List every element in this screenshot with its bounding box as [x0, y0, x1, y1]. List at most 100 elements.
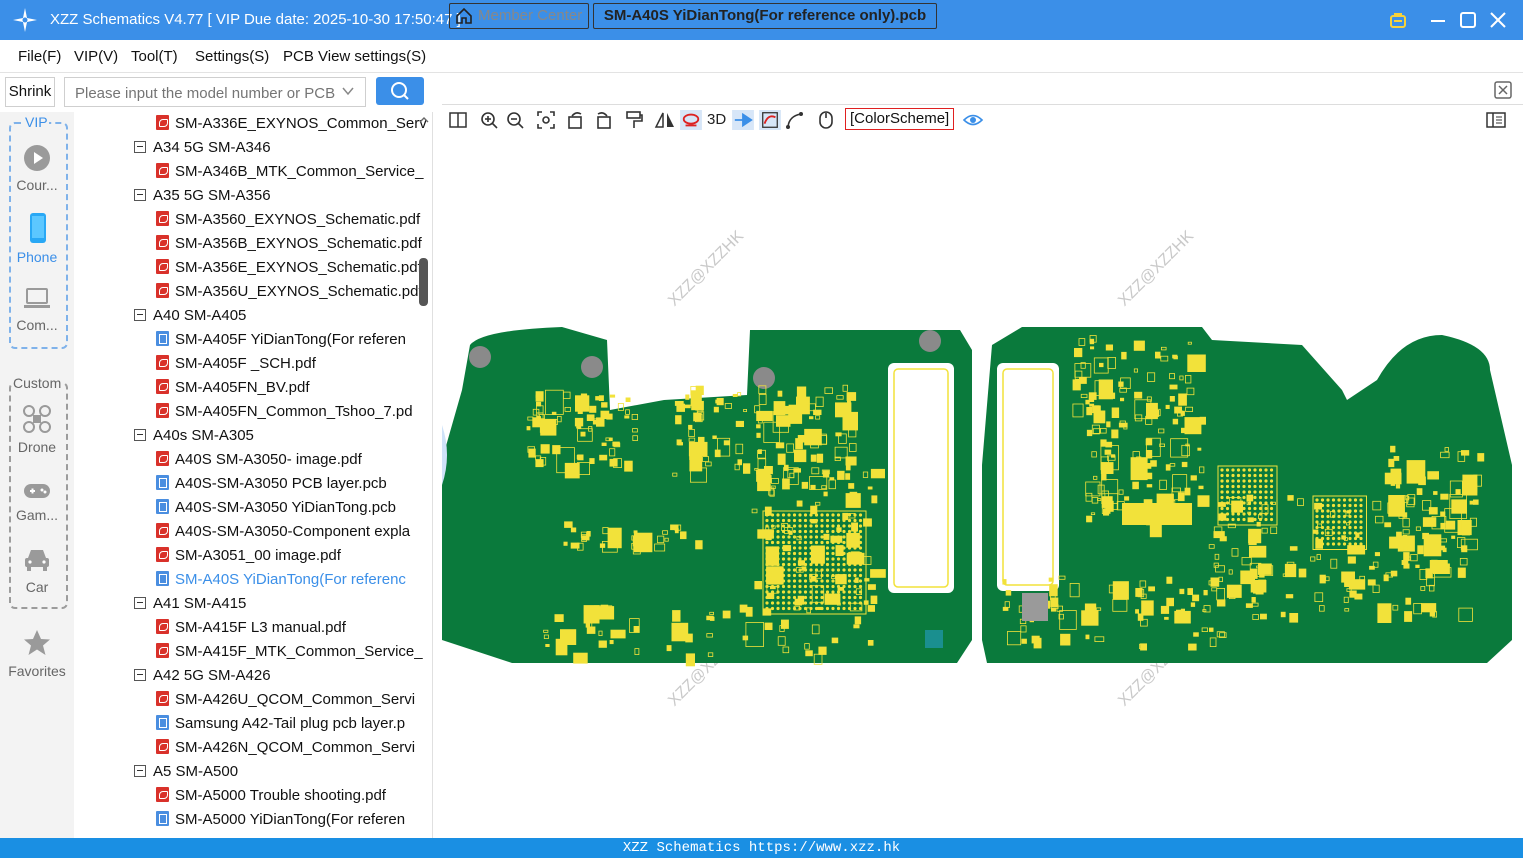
rail-item-gaming[interactable]: Gam...: [0, 480, 74, 523]
mouse-icon[interactable]: [817, 110, 835, 130]
trace-tool-icon[interactable]: [785, 110, 805, 130]
tab-member-center[interactable]: Member Center: [449, 3, 589, 29]
tree-file-item[interactable]: SM-A415F_MTK_Common_Service_: [156, 640, 432, 664]
tree-file-item[interactable]: SM-A356U_EXYNOS_Schematic.pdf: [156, 280, 432, 304]
tree-file-item[interactable]: SM-A356E_EXYNOS_Schematic.pdf: [156, 256, 432, 280]
tree-file-item[interactable]: SM-A426U_QCOM_Common_Servi: [156, 688, 432, 712]
bga-ball: [853, 551, 857, 556]
tree-group[interactable]: A35 5G SM-A356: [134, 184, 271, 208]
tree-file-item[interactable]: A40S-SM-A3050-Component expla: [156, 520, 432, 544]
close-icon[interactable]: [1487, 9, 1509, 31]
pcb-board-back[interactable]: [982, 327, 1512, 663]
tree-file-item[interactable]: Samsung A42-Tail plug pcb layer.p: [156, 712, 432, 736]
tree-scrollbar[interactable]: [418, 112, 430, 838]
component-pad: [1461, 450, 1470, 456]
close-tab-icon[interactable]: [1493, 80, 1513, 100]
tree-file-item[interactable]: SM-A5000 YiDianTong(For referen: [156, 808, 432, 832]
bga-ball: [1359, 542, 1363, 546]
bga-ball: [853, 562, 857, 567]
shrink-button[interactable]: Shrink: [5, 77, 55, 107]
component-pad: [1260, 613, 1267, 620]
tree-file-item[interactable]: SM-A40S YiDianTong(For referenc: [156, 568, 432, 592]
eye-icon[interactable]: [962, 110, 984, 130]
tree-file-item[interactable]: SM-A356B_EXYNOS_Schematic.pdf: [156, 232, 432, 256]
tree-item-label: SM-A5000 Trouble shooting.pdf: [175, 787, 386, 804]
tree-file-item[interactable]: SM-A336E_EXYNOS_Common_Serv: [156, 112, 432, 136]
tab-active-pcb[interactable]: SM-A40S YiDianTong(For reference only).p…: [593, 3, 937, 29]
tree-file-item[interactable]: A40S-SM-A3050 YiDianTong.pcb: [156, 496, 432, 520]
bga-ball: [803, 606, 808, 611]
bga-ball: [1320, 509, 1325, 513]
component-pad: [600, 604, 609, 613]
menu-tool[interactable]: Tool(T): [131, 48, 178, 65]
bga-ball: [787, 584, 791, 589]
bga-ball: [825, 579, 830, 583]
rail-item-phone[interactable]: Phone: [0, 212, 74, 265]
zoom-in-icon[interactable]: [479, 110, 499, 130]
bga-ball: [1225, 484, 1230, 489]
tree-file-item[interactable]: SM-A405FN_BV.pdf: [156, 376, 432, 400]
tree-scroll-thumb[interactable]: [419, 258, 428, 306]
tree-file-item[interactable]: SM-A405FN_Common_Tshoo_7.pd: [156, 400, 432, 424]
tree-file-item[interactable]: A40S SM-A3050- image.pdf: [156, 448, 432, 472]
tree-file-item[interactable]: SM-A415F L3 manual.pdf: [156, 616, 432, 640]
pcb-canvas[interactable]: XZZ@XZZHK XZZ@XZZHK XZZ@XZZHK XZZ@XZZHK: [442, 135, 1523, 838]
search-input[interactable]: [73, 82, 337, 104]
split-view-icon[interactable]: [448, 110, 468, 130]
mirror-flip-icon[interactable]: [654, 110, 676, 130]
tree-file-item[interactable]: SM-A3051_00 image.pdf: [156, 544, 432, 568]
tree-group[interactable]: A42 5G SM-A426: [134, 664, 271, 688]
tree-group[interactable]: A5 SM-A500: [134, 760, 238, 784]
menu-file[interactable]: File(F): [18, 48, 61, 65]
side-panel-icon[interactable]: [1485, 110, 1507, 130]
scroll-up-icon[interactable]: [418, 114, 430, 126]
fit-view-icon[interactable]: [536, 110, 556, 130]
pcb-board-view[interactable]: [442, 135, 1523, 838]
tree-group[interactable]: A34 5G SM-A346: [134, 136, 271, 160]
minimize-icon[interactable]: [1427, 9, 1449, 31]
rail-item-computer[interactable]: Com...: [0, 286, 74, 333]
bga-ball: [1337, 498, 1341, 502]
rail-item-favorites[interactable]: Favorites: [0, 628, 74, 679]
component-pad: [793, 449, 807, 463]
tree-file-item[interactable]: SM-A405F _SCH.pdf: [156, 352, 432, 376]
tree-group[interactable]: A40s SM-A305: [134, 424, 254, 448]
collapse-toggle-icon[interactable]: [134, 189, 146, 201]
menu-vip[interactable]: VIP(V): [74, 48, 118, 65]
paint-roller-icon[interactable]: [624, 110, 644, 130]
tree-file-item[interactable]: SM-A426N_QCOM_Common_Servi: [156, 736, 432, 760]
zoom-out-icon[interactable]: [505, 110, 525, 130]
collapse-panel-left-icon[interactable]: [442, 425, 452, 485]
menu-settings[interactable]: Settings(S): [195, 48, 269, 65]
tab-label: Member Center: [478, 7, 583, 24]
model-search-box[interactable]: [64, 77, 366, 107]
collapse-toggle-icon[interactable]: [134, 429, 146, 441]
maximize-icon[interactable]: [1457, 9, 1479, 31]
tree-file-item[interactable]: SM-A5000 Trouble shooting.pdf: [156, 784, 432, 808]
rotate-right-icon[interactable]: [593, 110, 613, 130]
rail-item-car[interactable]: Car: [0, 546, 74, 595]
color-scheme-button[interactable]: [ColorScheme]: [845, 108, 955, 130]
pin-select-icon[interactable]: [731, 110, 755, 130]
tree-file-item[interactable]: SM-A405F YiDianTong(For referen: [156, 328, 432, 352]
layer-overlay-icon[interactable]: [758, 110, 782, 130]
rail-item-drone[interactable]: Drone: [0, 404, 74, 455]
chevron-down-icon[interactable]: [341, 84, 355, 98]
tree-group[interactable]: A40 SM-A405: [134, 304, 246, 328]
search-button[interactable]: [376, 77, 424, 105]
tree-file-item[interactable]: SM-A346B_MTK_Common_Service_: [156, 160, 432, 184]
menu-pcb-view-settings[interactable]: PCB View settings(S): [283, 48, 426, 65]
rotate-left-icon[interactable]: [566, 110, 586, 130]
collapse-toggle-icon[interactable]: [134, 669, 146, 681]
rail-item-courses[interactable]: Cour...: [0, 144, 74, 193]
toggle-3d-button[interactable]: 3D: [707, 110, 726, 130]
collapse-toggle-icon[interactable]: [134, 765, 146, 777]
tree-file-item[interactable]: SM-A3560_EXYNOS_Schematic.pdf: [156, 208, 432, 232]
vip-bag-icon[interactable]: [1387, 9, 1409, 31]
tree-file-item[interactable]: A40S-SM-A3050 PCB layer.pcb: [156, 472, 432, 496]
tree-group[interactable]: A41 SM-A415: [134, 592, 246, 616]
net-highlight-icon[interactable]: [679, 110, 703, 130]
collapse-toggle-icon[interactable]: [134, 309, 146, 321]
collapse-toggle-icon[interactable]: [134, 141, 146, 153]
collapse-toggle-icon[interactable]: [134, 597, 146, 609]
